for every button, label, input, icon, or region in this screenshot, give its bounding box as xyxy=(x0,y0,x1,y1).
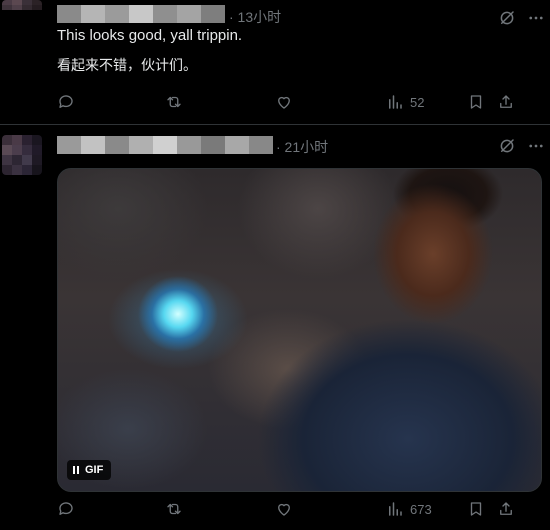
views-count: 673 xyxy=(410,501,432,517)
reply-button[interactable] xyxy=(57,499,75,519)
like-button[interactable] xyxy=(275,499,293,519)
repost-icon xyxy=(167,503,181,515)
repost-icon xyxy=(167,96,181,108)
repost-button[interactable] xyxy=(165,499,183,519)
gif-badge[interactable]: GIF xyxy=(67,460,112,480)
more-icon[interactable] xyxy=(526,9,546,27)
bookmark-icon xyxy=(470,502,482,516)
post[interactable]: · 13小时 This looks good, yall trippin. 看起… xyxy=(0,0,550,124)
views-icon xyxy=(389,95,402,109)
gif-label: GIF xyxy=(85,464,104,476)
avatar[interactable] xyxy=(2,135,42,175)
share-icon xyxy=(500,502,512,515)
share-button[interactable] xyxy=(497,92,515,112)
post-text-line: 看起来不错，伙计们。 xyxy=(57,58,197,74)
post[interactable]: · 21小时 GIF 673 xyxy=(0,124,550,530)
bookmark-button[interactable] xyxy=(467,92,485,112)
grok-icon[interactable] xyxy=(498,9,516,27)
avatar[interactable] xyxy=(2,0,42,20)
like-button[interactable] xyxy=(275,92,293,112)
heart-icon xyxy=(278,503,290,516)
bookmark-button[interactable] xyxy=(467,499,485,519)
reply-icon xyxy=(59,95,73,108)
share-icon xyxy=(500,95,512,108)
post-actions: 673 xyxy=(57,499,537,519)
repost-button[interactable] xyxy=(165,92,183,112)
author-name-redacted[interactable] xyxy=(57,136,273,154)
reply-icon xyxy=(59,502,73,515)
share-button[interactable] xyxy=(497,499,515,519)
post-actions: 52 xyxy=(57,92,537,112)
grok-icon[interactable] xyxy=(498,137,516,155)
reply-button[interactable] xyxy=(57,92,75,112)
pause-icon xyxy=(73,466,79,474)
post-timestamp[interactable]: · 13小时 xyxy=(229,7,281,27)
heart-icon xyxy=(278,96,290,109)
views-button[interactable]: 673 xyxy=(386,499,432,519)
views-icon xyxy=(389,502,402,516)
views-count: 52 xyxy=(410,94,425,110)
bookmark-icon xyxy=(470,95,482,109)
post-timestamp[interactable]: · 21小时 xyxy=(276,137,328,157)
post-text-line: This looks good, yall trippin. xyxy=(57,27,243,44)
post-gif-media[interactable]: GIF xyxy=(57,168,542,492)
more-icon[interactable] xyxy=(526,137,546,155)
views-button[interactable]: 52 xyxy=(386,92,424,112)
author-name-redacted[interactable] xyxy=(57,5,225,23)
